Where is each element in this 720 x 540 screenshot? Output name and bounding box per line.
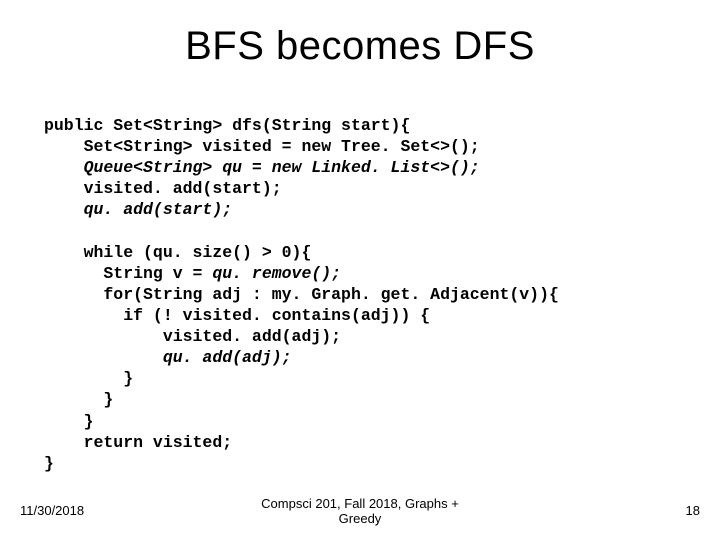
footer-page-number: 18 xyxy=(686,503,700,518)
code-line: Set<String> visited = new Tree. Set<>(); xyxy=(44,137,480,156)
code-block: public Set<String> dfs(String start){ Se… xyxy=(44,115,700,474)
code-fragment: String v = xyxy=(44,264,212,283)
code-line: Queue<String> qu = new Linked. List<>(); xyxy=(44,158,480,177)
code-line: qu. add(start); xyxy=(44,200,232,219)
code-line: } xyxy=(44,412,94,431)
code-line: for(String adj : my. Graph. get. Adjacen… xyxy=(44,285,559,304)
code-line: qu. add(adj); xyxy=(44,348,292,367)
slide-title: BFS becomes DFS xyxy=(0,24,720,69)
code-line: } xyxy=(44,369,133,388)
code-line: String v = qu. remove(); xyxy=(44,264,341,283)
code-line: visited. add(adj); xyxy=(44,327,341,346)
code-line: while (qu. size() > 0){ xyxy=(44,243,311,262)
code-line: public Set<String> dfs(String start){ xyxy=(44,116,410,135)
footer-center: Compsci 201, Fall 2018, Graphs + Greedy xyxy=(0,496,720,526)
code-line: return visited; xyxy=(44,433,232,452)
code-line: } xyxy=(44,390,113,409)
code-line: if (! visited. contains(adj)) { xyxy=(44,306,430,325)
code-line: } xyxy=(44,454,54,473)
code-fragment: qu. remove(); xyxy=(212,264,341,283)
code-line: visited. add(start); xyxy=(44,179,282,198)
slide: BFS becomes DFS public Set<String> dfs(S… xyxy=(0,0,720,540)
